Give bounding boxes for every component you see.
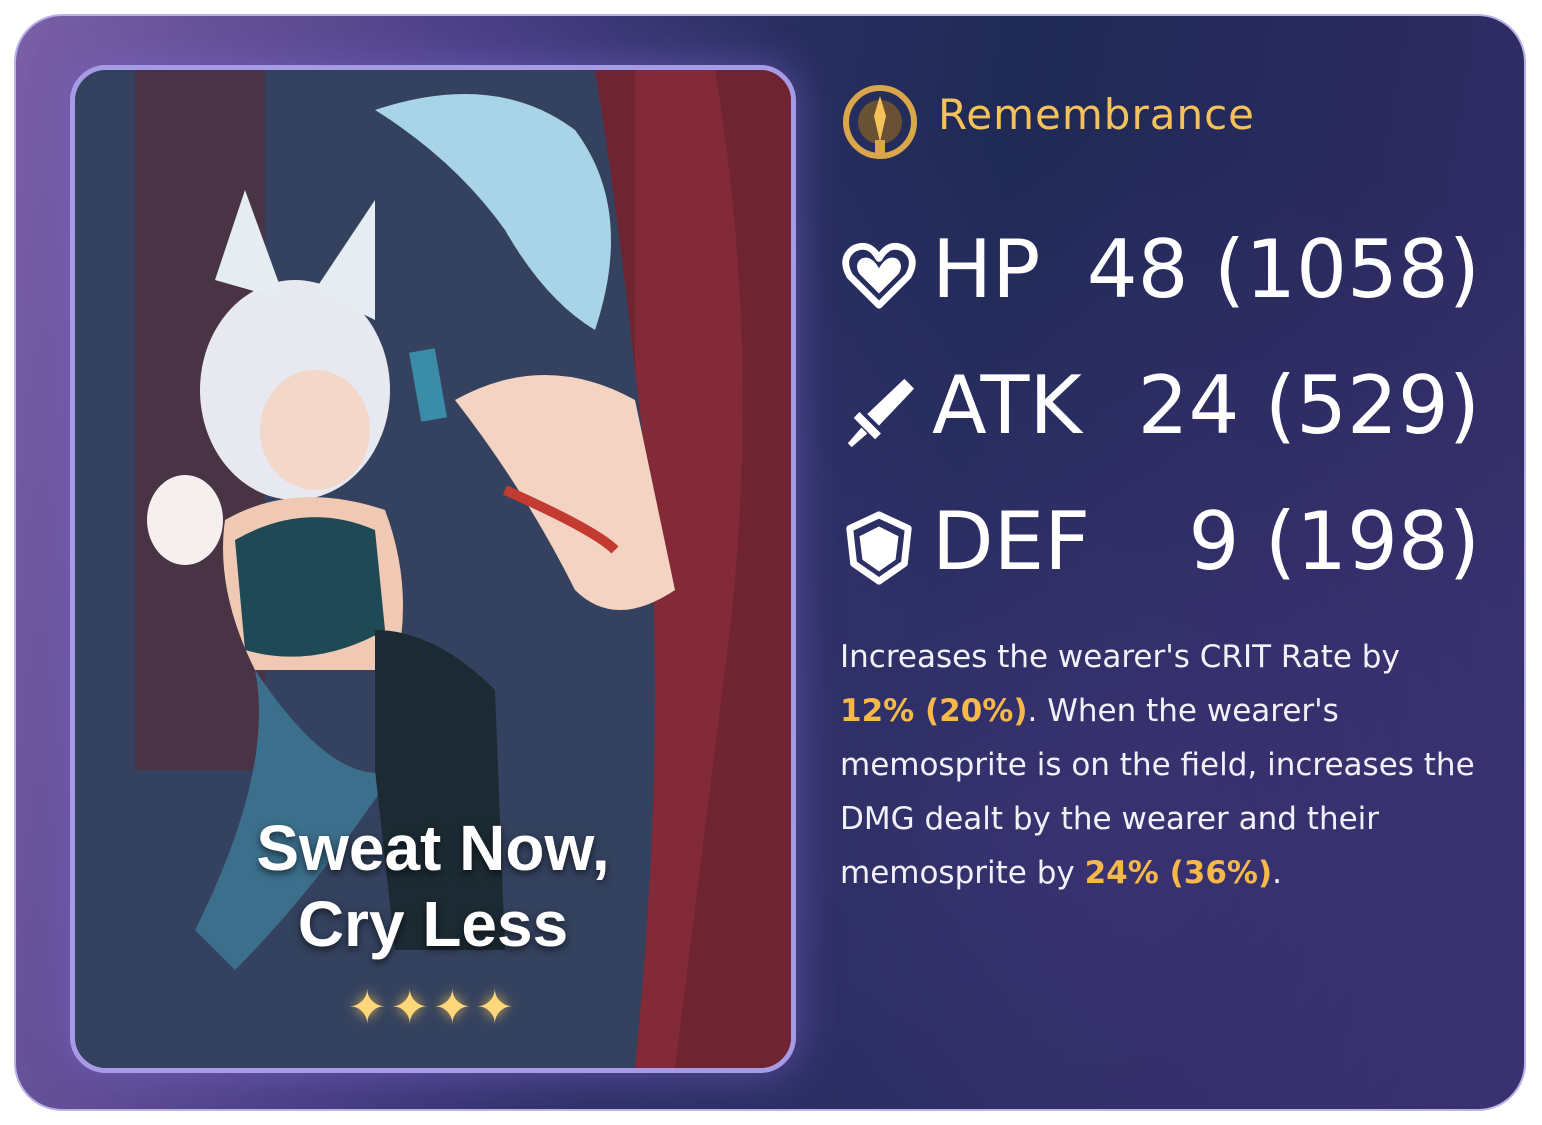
rarity-stars: ✦✦✦✦ <box>347 980 519 1034</box>
light-cone-panel: Sweat Now, Cry Less ✦✦✦✦ Remembrance HP … <box>14 14 1526 1111</box>
heart-icon <box>842 242 916 309</box>
sword-icon <box>847 378 915 448</box>
light-cone-card: Sweat Now, Cry Less ✦✦✦✦ <box>70 65 796 1073</box>
description-highlight-crit-rate: 12% (20%) <box>840 693 1028 729</box>
description-text-3: . <box>1272 855 1282 891</box>
stat-row-def: DEF 9 (198) <box>840 497 1480 587</box>
stat-name-atk: ATK <box>932 359 1082 452</box>
stat-row-atk: ATK 24 (529) <box>840 361 1480 451</box>
remembrance-path-icon <box>843 85 917 159</box>
stat-value-hp: 48 (1058) <box>1086 223 1480 316</box>
light-cone-description: Increases the wearer's CRIT Rate by 12% … <box>840 630 1480 900</box>
description-text-1: Increases the wearer's CRIT Rate by <box>840 639 1400 675</box>
description-highlight-dmg: 24% (36%) <box>1084 855 1273 891</box>
stat-row-hp: HP 48 (1058) <box>840 225 1480 315</box>
path-label: Remembrance <box>938 90 1256 139</box>
shield-icon <box>846 511 912 585</box>
light-cone-title-line-1: Sweat Now, <box>256 812 610 884</box>
light-cone-title-line-2: Cry Less <box>297 888 569 960</box>
stat-name-hp: HP <box>932 223 1041 316</box>
stat-name-def: DEF <box>932 495 1091 588</box>
stat-value-def: 9 (198) <box>1188 495 1480 588</box>
stat-value-atk: 24 (529) <box>1137 359 1480 452</box>
